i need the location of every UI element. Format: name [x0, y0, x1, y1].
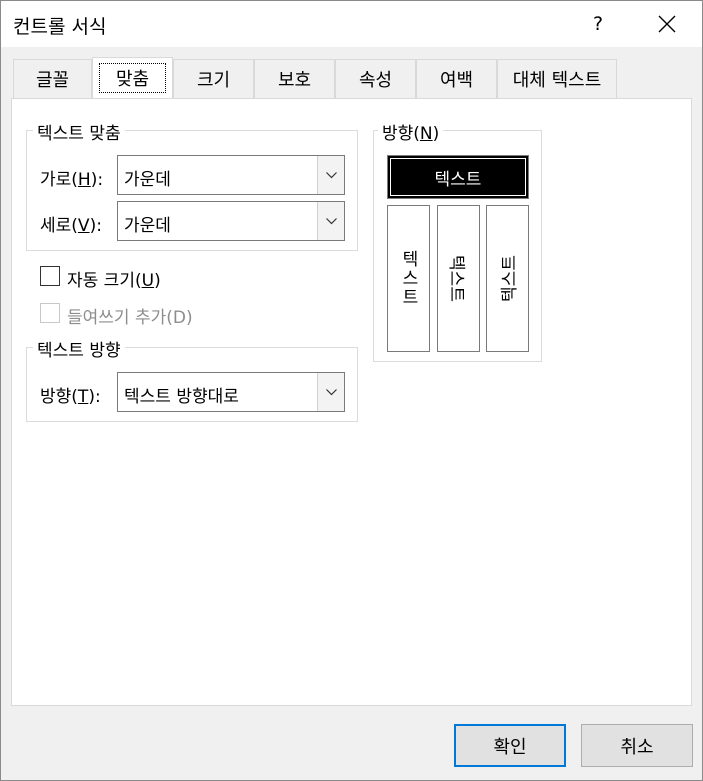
orientation-rotate-up-option[interactable]: 텍스트: [437, 205, 480, 352]
text-alignment-title: 텍스트 맞춤: [33, 119, 125, 144]
horizontal-value: 가운데: [124, 170, 171, 190]
auto-size-checkbox[interactable]: [40, 266, 60, 286]
orientation-horizontal-option[interactable]: 텍스트: [387, 155, 529, 199]
close-icon: [658, 15, 676, 33]
chevron-down-icon[interactable]: [317, 373, 344, 411]
orientation-rotate-up-text: 텍스트: [446, 255, 467, 302]
text-direction-title: 텍스트 방향: [33, 336, 125, 361]
tab-font[interactable]: 글꼴: [13, 59, 92, 98]
vertical-select[interactable]: 가운데: [117, 201, 345, 241]
ok-label: 확인: [493, 736, 527, 758]
dialog-title: 컨트롤 서식: [13, 16, 107, 38]
tab-label: 보호: [277, 70, 312, 91]
tab-label: 대체 텍스트: [512, 70, 602, 91]
vertical-value: 가운데: [124, 216, 171, 236]
help-icon: ?: [592, 13, 604, 35]
direction-select[interactable]: 텍스트 방향대로: [117, 372, 345, 412]
tab-label: 글꼴: [35, 70, 70, 91]
tab-label: 크기: [196, 70, 231, 91]
alignment-panel: 텍스트 맞춤 가로(H): 가운데 세로(V): 가운데 자동 크기(U) 들여…: [11, 98, 692, 706]
direction-value: 텍스트 방향대로: [124, 387, 239, 407]
orientation-rotate-down-option[interactable]: 텍스트: [486, 205, 529, 352]
tab-alt-text[interactable]: 대체 텍스트: [497, 59, 617, 98]
ok-button[interactable]: 확인: [454, 724, 566, 767]
orientation-title: 방향(N): [378, 119, 444, 144]
selection-frame: [390, 158, 526, 196]
tab-label: 맞춤: [98, 63, 167, 93]
auto-size-label[interactable]: 자동 크기(U): [67, 266, 161, 291]
cancel-label: 취소: [620, 736, 654, 758]
title-bar: 컨트롤 서식 ?: [1, 1, 702, 47]
add-indent-label: 들여쓰기 추가(D): [67, 308, 193, 328]
horizontal-select[interactable]: 가운데: [117, 155, 345, 195]
orientation-vertical-text: 텍스트: [398, 250, 418, 307]
add-indent-checkbox[interactable]: [40, 303, 60, 323]
help-button[interactable]: ?: [575, 1, 621, 47]
vertical-label: 세로(V):: [40, 216, 102, 236]
tab-label: 속성: [358, 70, 393, 91]
direction-label: 방향(T):: [40, 387, 101, 407]
tab-size[interactable]: 크기: [173, 59, 254, 98]
tab-margins[interactable]: 여백: [416, 59, 497, 98]
tab-label: 여백: [439, 70, 474, 91]
horizontal-label: 가로(H):: [40, 170, 104, 190]
tab-properties[interactable]: 속성: [335, 59, 416, 98]
close-button[interactable]: [644, 1, 690, 47]
cancel-button[interactable]: 취소: [581, 724, 693, 767]
chevron-down-icon[interactable]: [317, 202, 344, 240]
chevron-down-icon[interactable]: [317, 156, 344, 194]
tab-protection[interactable]: 보호: [254, 59, 335, 98]
tab-alignment[interactable]: 맞춤: [92, 57, 173, 98]
orientation-vertical-stacked-option[interactable]: 텍스트: [387, 205, 430, 352]
format-control-dialog: 컨트롤 서식 ? 글꼴 맞춤 크기 보호 속성 여백 대체 텍스트 텍스트 맞춤…: [0, 0, 703, 781]
orientation-rotate-down-text: 텍스트: [500, 255, 521, 302]
